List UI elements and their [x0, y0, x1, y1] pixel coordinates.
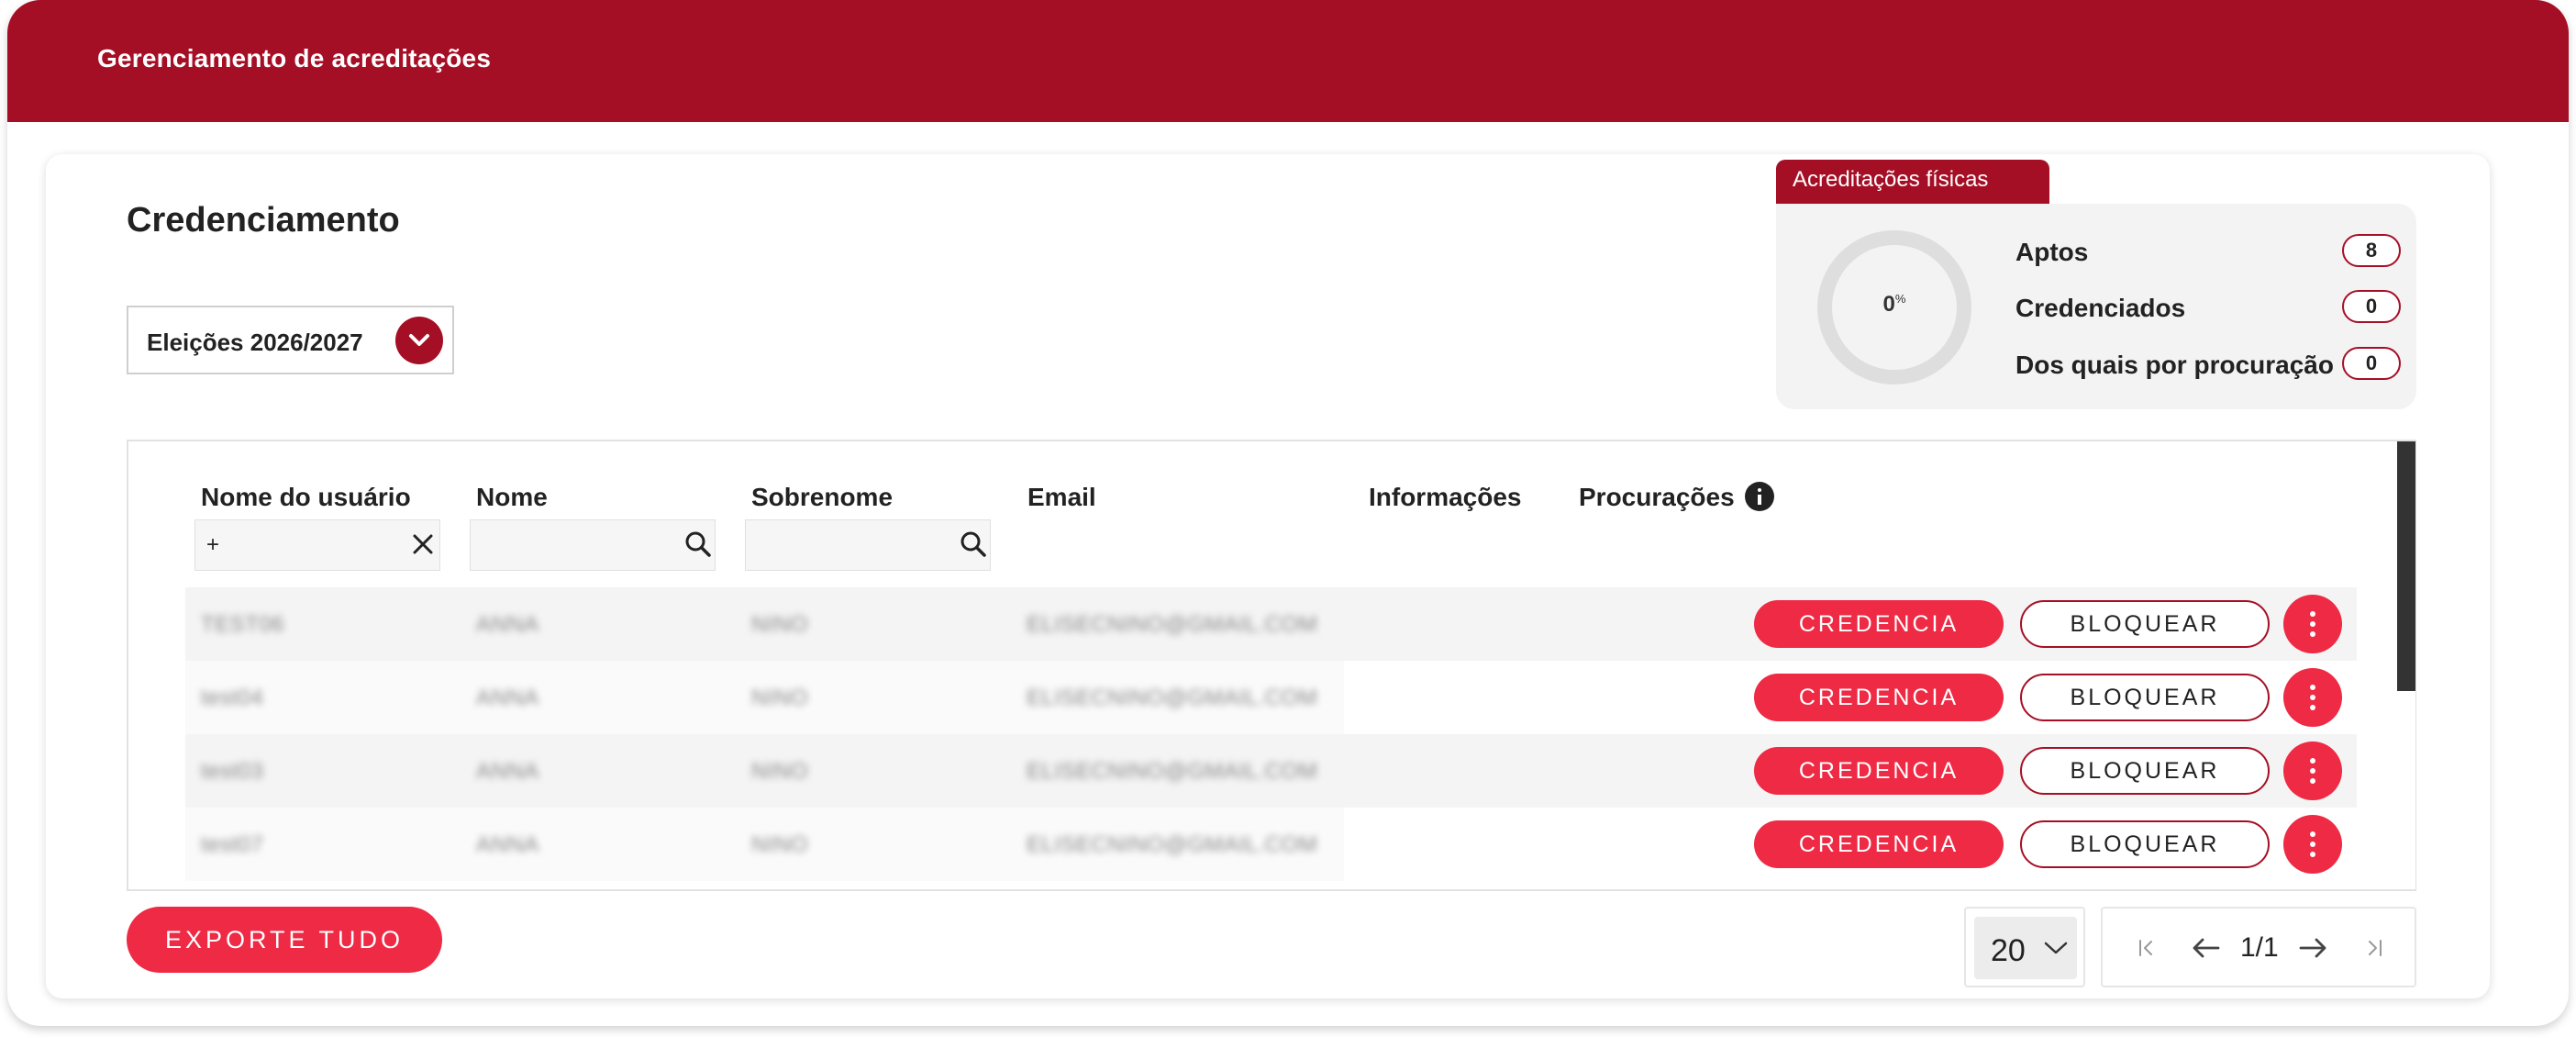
export-all-button[interactable]: EXPORTE TUDO	[127, 907, 442, 973]
cell-username: TEST06	[201, 612, 285, 637]
cell-name: ANNA	[476, 686, 539, 710]
chevron-down-icon[interactable]	[395, 317, 443, 364]
stat-count-badge: 0	[2342, 347, 2401, 380]
stat-count-badge: 8	[2342, 234, 2401, 267]
block-button[interactable]: BLOQUEAR	[2020, 600, 2270, 648]
info-icon[interactable]	[1745, 482, 1774, 511]
stat-row-aptos: Aptos 8	[2015, 232, 2401, 269]
column-header-name: Nome	[476, 483, 548, 511]
credit-button[interactable]: CREDENCIA	[1754, 747, 2004, 795]
cell-surname: NINO	[751, 759, 808, 784]
credit-button[interactable]: CREDENCIA	[1754, 674, 2004, 721]
pagination-status: 1/1	[2240, 932, 2279, 963]
progress-percent: 0%	[1816, 292, 1972, 318]
more-options-icon[interactable]	[2283, 668, 2342, 727]
column-header-username: Nome do usuário	[201, 483, 411, 511]
table-row: test04 ANNA NINO ELISECNINO@GMAIL.COM CR…	[185, 661, 2357, 734]
cell-surname: NINO	[751, 832, 808, 857]
stat-row-procuracao: Dos quais por procuração 0	[2015, 345, 2401, 382]
app-title: Gerenciamento de acreditações	[97, 44, 492, 72]
previous-page-icon[interactable]	[2191, 936, 2222, 960]
column-header-email: Email	[1027, 483, 1096, 511]
cell-username: test07	[201, 832, 264, 857]
table-row: TEST06 ANNA NINO ELISECNINO@GMAIL.COM CR…	[185, 587, 2357, 661]
more-options-icon[interactable]	[2283, 742, 2342, 800]
stat-label: Credenciados	[2015, 294, 2186, 322]
cell-email: ELISECNINO@GMAIL.COM	[1027, 759, 1318, 784]
chevron-down-icon	[2044, 942, 2068, 954]
search-icon[interactable]	[958, 529, 989, 560]
surname-filter-input[interactable]	[745, 519, 991, 571]
column-header-surname: Sobrenome	[751, 483, 894, 511]
progress-percent-value: 0	[1882, 292, 1895, 317]
column-header-proxies: Procurações	[1579, 483, 1735, 511]
more-options-icon[interactable]	[2283, 815, 2342, 874]
cell-email: ELISECNINO@GMAIL.COM	[1027, 612, 1318, 637]
first-page-icon[interactable]	[2136, 936, 2158, 960]
pagination: 1/1	[2101, 907, 2416, 987]
progress-percent-suffix: %	[1894, 292, 1906, 306]
cell-email: ELISECNINO@GMAIL.COM	[1027, 832, 1318, 857]
table-row: test07 ANNA NINO ELISECNINO@GMAIL.COM CR…	[185, 808, 2357, 881]
next-page-icon[interactable]	[2297, 936, 2328, 960]
last-page-icon[interactable]	[2363, 936, 2385, 960]
search-icon[interactable]	[683, 529, 714, 560]
top-bar: Gerenciamento de acreditações	[7, 0, 2569, 122]
stats-tab: Acreditações físicas	[1776, 160, 2049, 209]
block-button[interactable]: BLOQUEAR	[2020, 674, 2270, 721]
cell-name: ANNA	[476, 832, 539, 857]
block-button[interactable]: BLOQUEAR	[2020, 820, 2270, 868]
stat-label: Aptos	[2015, 238, 2089, 266]
cell-name: ANNA	[476, 612, 539, 637]
name-filter-input[interactable]	[470, 519, 716, 571]
cell-surname: NINO	[751, 686, 808, 710]
credit-button[interactable]: CREDENCIA	[1754, 600, 2004, 648]
table-row: test03 ANNA NINO ELISECNINO@GMAIL.COM CR…	[185, 734, 2357, 808]
page-size-value: 20	[1991, 933, 2026, 968]
cell-name: ANNA	[476, 759, 539, 784]
cell-username: test03	[201, 759, 264, 784]
cell-surname: NINO	[751, 612, 808, 637]
block-button[interactable]: BLOQUEAR	[2020, 747, 2270, 795]
stat-count-badge: 0	[2342, 290, 2401, 323]
election-select-value: Eleições 2026/2027	[147, 329, 363, 356]
page-size-select[interactable]: 20	[1964, 907, 2085, 987]
username-filter-input[interactable]	[194, 519, 440, 571]
table-scrollbar-thumb[interactable]	[2397, 441, 2415, 691]
election-select[interactable]: Eleições 2026/2027	[127, 306, 454, 374]
page-title: Credenciamento	[127, 201, 400, 240]
clear-icon[interactable]	[407, 529, 439, 560]
cell-email: ELISECNINO@GMAIL.COM	[1027, 686, 1318, 710]
column-header-info: Informações	[1369, 483, 1522, 511]
cell-username: test04	[201, 686, 264, 710]
stat-row-credenciados: Credenciados 0	[2015, 288, 2401, 325]
credit-button[interactable]: CREDENCIA	[1754, 820, 2004, 868]
page-size-field[interactable]: 20	[1974, 917, 2077, 979]
row-clip: test07 ANNA NINO ELISECNINO@GMAIL.COM CR…	[185, 808, 2357, 889]
more-options-icon[interactable]	[2283, 595, 2342, 653]
stat-label: Dos quais por procuração	[2015, 351, 2334, 379]
